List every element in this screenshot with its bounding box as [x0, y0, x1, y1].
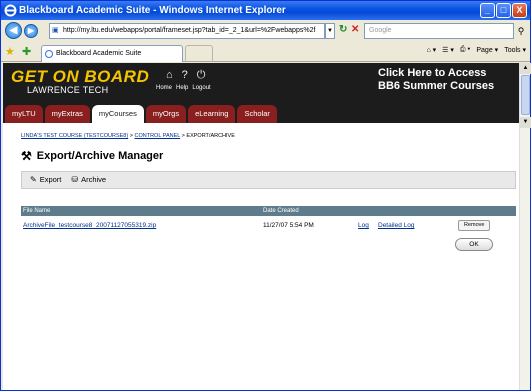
vertical-scrollbar[interactable]: ▲ ▼ [519, 63, 531, 390]
tab-myextras[interactable]: myExtras [44, 105, 90, 123]
address-input[interactable]: ▣ http://my.ltu.edu/webapps/portal/frame… [49, 23, 325, 39]
refresh-icon[interactable]: ↻ [339, 24, 347, 35]
home-icon[interactable]: ⌂ [166, 69, 173, 82]
breadcrumb-current: EXPORT/ARCHIVE [186, 133, 235, 139]
add-favorite-icon[interactable]: ✚ [22, 45, 31, 58]
command-bar: ⌂ ▾ ☰ ▾ ⎙ ▾ Page ▾ Tools ▾ [426, 46, 526, 54]
archive-icon: ⛁ [71, 175, 79, 184]
export-button[interactable]: ✎ Export [30, 172, 61, 188]
page-icon: ▣ [52, 27, 59, 34]
breadcrumb: LINDA'S TEST COURSE (TESTCOURSE8) > CONT… [21, 133, 235, 139]
browser-tab[interactable]: Blackboard Academic Suite [41, 45, 183, 62]
summer-courses-link[interactable]: Click Here to Access BB6 Summer Courses [378, 67, 518, 93]
ie-logo-icon [4, 4, 17, 17]
url-text: http://my.ltu.edu/webapps/portal/framese… [63, 27, 316, 34]
tools-menu[interactable]: Tools ▾ [504, 46, 526, 54]
page-title: ⚒ Export/Archive Manager [21, 149, 163, 163]
date-created: 11/27/07 5:54 PM [263, 222, 314, 229]
minimize-button[interactable]: _ [480, 3, 495, 18]
table-header: File Name Date Created [21, 206, 516, 216]
blackboard-header: GET ON BOARD LAWRENCE TECH ⌂ ? ⏻ Home He… [3, 63, 519, 123]
export-icon: ✎ [30, 175, 37, 184]
maximize-button[interactable]: □ [496, 3, 511, 18]
tab-mycourses[interactable]: myCourses [91, 105, 144, 123]
feeds-icon[interactable]: ☰ ▾ [442, 46, 454, 54]
address-row: ◀ ▶ ▣ http://my.ltu.edu/webapps/portal/f… [1, 20, 530, 42]
scroll-up-icon[interactable]: ▲ [520, 63, 531, 74]
remove-button[interactable]: Remove [458, 220, 491, 231]
table-row: ArchiveFile_testcourse8_20071127055319.z… [21, 219, 516, 232]
tab-row: ★ ✚ Blackboard Academic Suite ⌂ ▾ ☰ ▾ ⎙ … [1, 42, 530, 62]
page-menu[interactable]: Page ▾ [476, 46, 498, 54]
home-icon[interactable]: ⌂ ▾ [426, 46, 436, 54]
back-button[interactable]: ◀ [5, 22, 22, 39]
address-dropdown-button[interactable]: ▼ [325, 23, 335, 39]
column-date-created: Date Created [263, 208, 299, 214]
archive-button[interactable]: ⛁ Archive [71, 172, 106, 188]
page-title-text: Export/Archive Manager [36, 150, 164, 162]
tab-page-icon [45, 50, 53, 58]
favorites-star-icon[interactable]: ★ [5, 45, 15, 58]
scroll-thumb[interactable] [521, 75, 530, 115]
column-file-name: File Name [23, 208, 51, 214]
home-link[interactable]: Home [156, 85, 172, 91]
page-viewport: GET ON BOARD LAWRENCE TECH ⌂ ? ⏻ Home He… [3, 63, 519, 390]
tab-myltu[interactable]: myLTU [5, 105, 43, 123]
browser-tab-label: Blackboard Academic Suite [56, 50, 142, 57]
search-input[interactable]: Google [364, 23, 514, 39]
print-icon[interactable]: ⎙ ▾ [460, 46, 471, 54]
logout-icon[interactable]: ⏻ [197, 69, 206, 82]
logo-title: GET ON BOARD [11, 67, 150, 86]
nav-tabs: myLTU myExtras myCourses myOrgs eLearnin… [5, 105, 277, 123]
new-tab-button[interactable] [185, 45, 213, 62]
tools-icon: ⚒ [21, 149, 32, 163]
stop-icon[interactable]: ✕ [351, 24, 359, 35]
logo-subtitle: LAWRENCE TECH [27, 85, 109, 95]
search-icon[interactable]: ⚲ [514, 23, 528, 39]
breadcrumb-control-panel[interactable]: CONTROL PANEL [134, 133, 180, 139]
tab-myorgs[interactable]: myOrgs [145, 105, 187, 123]
scroll-down-icon[interactable]: ▼ [520, 117, 531, 128]
help-link[interactable]: Help [176, 85, 188, 91]
tab-scholar[interactable]: Scholar [237, 105, 277, 123]
browser-window: Blackboard Academic Suite - Windows Inte… [0, 0, 531, 391]
tab-elearning[interactable]: eLearning [188, 105, 236, 123]
help-icon[interactable]: ? [182, 69, 188, 82]
archive-file-link[interactable]: ArchiveFile_testcourse8_20071127055319.z… [23, 219, 156, 232]
detailed-log-link[interactable]: Detailed Log [378, 219, 415, 232]
close-button[interactable]: X [512, 3, 527, 18]
breadcrumb-course[interactable]: LINDA'S TEST COURSE (TESTCOURSE8) [21, 133, 128, 139]
title-bar: Blackboard Academic Suite - Windows Inte… [1, 1, 530, 20]
action-bar: ✎ Export ⛁ Archive [21, 171, 516, 189]
forward-button[interactable]: ▶ [24, 24, 38, 38]
ok-button[interactable]: OK [455, 238, 493, 251]
log-link[interactable]: Log [358, 219, 369, 232]
window-title: Blackboard Academic Suite - Windows Inte… [19, 5, 286, 16]
logout-link[interactable]: Logout [192, 85, 210, 91]
